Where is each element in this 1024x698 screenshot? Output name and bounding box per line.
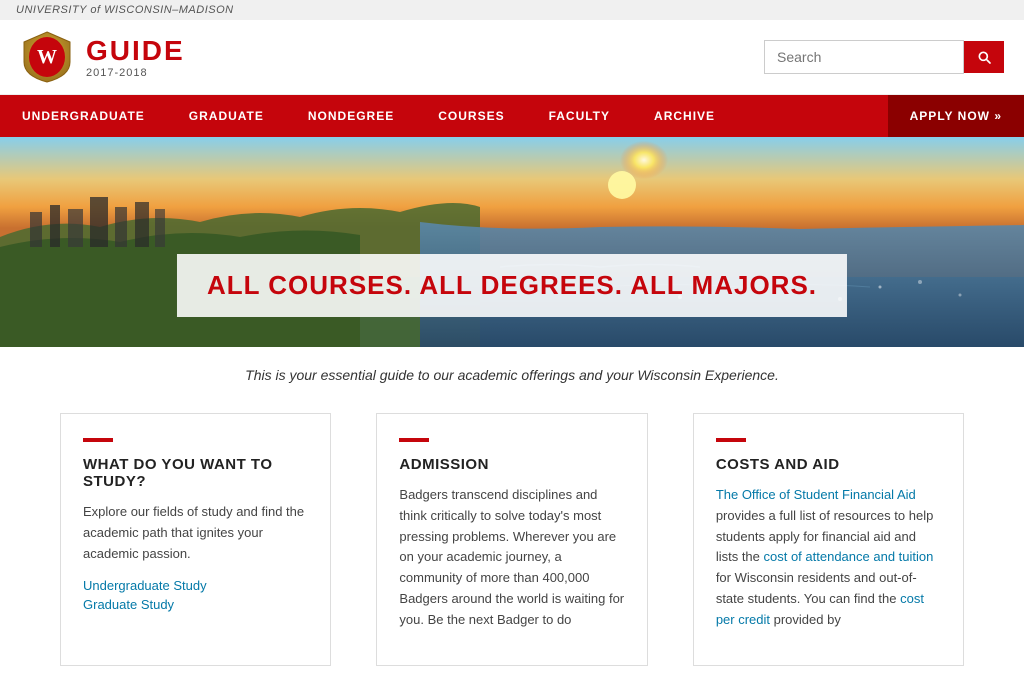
logo-area[interactable]: W GUIDE 2017-2018 <box>20 30 185 84</box>
university-name: UNIVERSITY of WISCONSIN–MADISON <box>16 4 234 16</box>
card-admission: ADMISSION Badgers transcend disciplines … <box>376 413 647 666</box>
main-nav: UNDERGRADUATE GRADUATE NONDEGREE COURSES… <box>0 95 1024 137</box>
nav-item-courses[interactable]: COURSES <box>416 95 526 137</box>
guide-title: GUIDE <box>86 35 185 67</box>
tagline-text: This is your essential guide to our acad… <box>245 367 779 383</box>
card-title-costs: COSTS AND AID <box>716 456 941 473</box>
hero-section: ALL COURSES. ALL DEGREES. ALL MAJORS. <box>0 137 1024 347</box>
card-title-study: WHAT DO YOU WANT TO STUDY? <box>83 456 308 490</box>
nav-item-apply-now[interactable]: APPLY NOW » <box>888 95 1024 137</box>
cost-attendance-link[interactable]: cost of attendance and tuition <box>764 549 934 564</box>
hero-banner: ALL COURSES. ALL DEGREES. ALL MAJORS. <box>177 254 847 317</box>
university-topbar: UNIVERSITY of WISCONSIN–MADISON <box>0 0 1024 20</box>
card-costs: COSTS AND AID The Office of Student Fina… <box>693 413 964 666</box>
costs-body3: provided by <box>770 612 841 627</box>
financial-aid-link[interactable]: The Office of Student Financial Aid <box>716 487 916 502</box>
search-button[interactable] <box>964 41 1004 73</box>
hero-banner-text: ALL COURSES. ALL DEGREES. ALL MAJORS. <box>207 270 817 301</box>
nav-item-faculty[interactable]: FACULTY <box>527 95 632 137</box>
card-accent-admission <box>399 438 429 442</box>
site-header: W GUIDE 2017-2018 <box>0 20 1024 95</box>
card-accent-study <box>83 438 113 442</box>
nav-item-undergraduate[interactable]: UNDERGRADUATE <box>0 95 167 137</box>
nav-item-graduate[interactable]: GRADUATE <box>167 95 286 137</box>
tagline: This is your essential guide to our acad… <box>0 347 1024 393</box>
search-area <box>764 40 1004 74</box>
card-title-admission: ADMISSION <box>399 456 624 473</box>
nav-item-nondegree[interactable]: NONDEGREE <box>286 95 416 137</box>
guide-subtitle: 2017-2018 <box>86 67 185 79</box>
search-icon <box>976 49 992 65</box>
card-body-costs: The Office of Student Financial Aid prov… <box>716 485 941 631</box>
card-body-study: Explore our fields of study and find the… <box>83 502 308 564</box>
uw-logo: W <box>20 30 74 84</box>
nav-item-archive[interactable]: ARCHIVE <box>632 95 737 137</box>
card-body-admission: Badgers transcend disciplines and think … <box>399 485 624 631</box>
undergrad-study-link[interactable]: Undergraduate Study <box>83 578 308 593</box>
card-accent-costs <box>716 438 746 442</box>
card-study: WHAT DO YOU WANT TO STUDY? Explore our f… <box>60 413 331 666</box>
search-input[interactable] <box>764 40 964 74</box>
guide-branding: GUIDE 2017-2018 <box>86 35 185 79</box>
costs-body2: for Wisconsin residents and out-of-state… <box>716 570 917 606</box>
cards-section: WHAT DO YOU WANT TO STUDY? Explore our f… <box>0 393 1024 686</box>
grad-study-link[interactable]: Graduate Study <box>83 597 308 612</box>
svg-text:W: W <box>37 46 57 68</box>
